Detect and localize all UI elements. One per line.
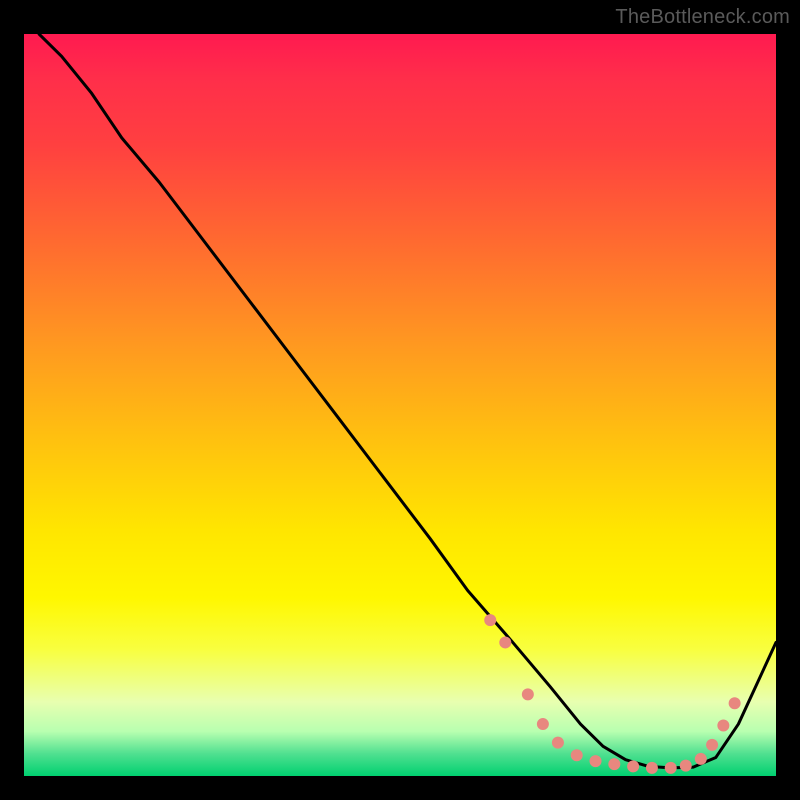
marker-dot: [522, 688, 534, 700]
marker-dot: [537, 718, 549, 730]
marker-dot: [608, 758, 620, 770]
bottleneck-curve: [39, 34, 776, 768]
marker-dot: [729, 697, 741, 709]
marker-dot: [552, 737, 564, 749]
marker-dot: [717, 720, 729, 732]
marker-dot: [680, 760, 692, 772]
curve-layer: [24, 34, 776, 776]
marker-dot: [646, 762, 658, 774]
chart-frame: TheBottleneck.com: [0, 0, 800, 800]
marker-dot: [484, 614, 496, 626]
marker-dot: [499, 636, 511, 648]
marker-dot: [665, 762, 677, 774]
marker-dots: [484, 614, 740, 774]
plot-area: [24, 34, 776, 776]
marker-dot: [590, 755, 602, 767]
marker-dot: [571, 749, 583, 761]
marker-dot: [695, 753, 707, 765]
watermark-text: TheBottleneck.com: [615, 6, 790, 29]
marker-dot: [706, 739, 718, 751]
marker-dot: [627, 760, 639, 772]
